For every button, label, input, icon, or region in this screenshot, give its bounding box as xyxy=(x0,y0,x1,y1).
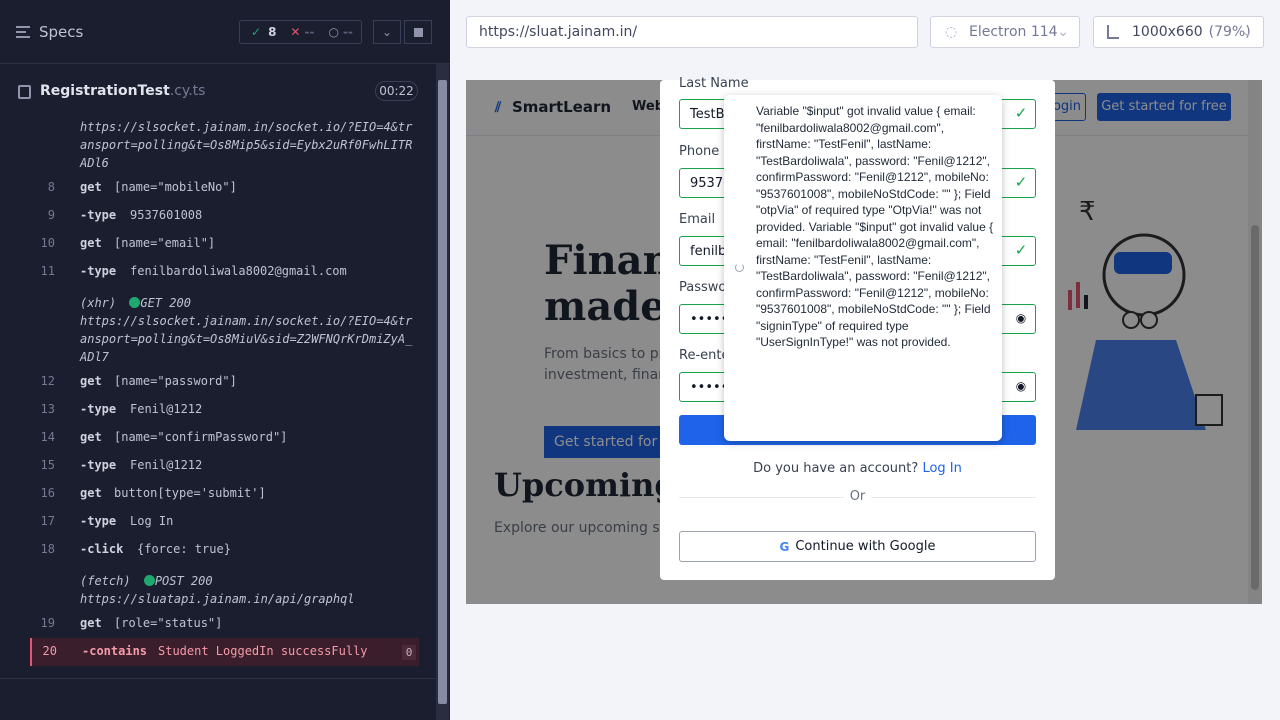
command-row[interactable]: 15 -type Fenil@1212 xyxy=(30,458,419,486)
passed-count: 8 xyxy=(268,25,277,39)
reenter-password-label: Re-ente xyxy=(679,348,730,363)
command-row[interactable]: 14 get [name="confirmPassword"] xyxy=(30,430,419,458)
file-icon xyxy=(18,85,31,99)
command-row[interactable]: 13 -type Fenil@1212 xyxy=(30,402,419,430)
login-link[interactable]: Log In xyxy=(922,461,961,476)
failed-icon: ✕ xyxy=(290,25,301,39)
or-divider: Or xyxy=(679,489,1036,504)
have-account-text: Do you have an account? Log In xyxy=(753,461,962,476)
url-bar[interactable]: https://sluat.jainam.in/ xyxy=(466,16,918,48)
check-icon: ✓ xyxy=(1014,104,1028,122)
check-icon: ✓ xyxy=(1014,241,1028,259)
success-dot-icon xyxy=(143,575,155,586)
error-message: Variable "$input" got invalid value { em… xyxy=(756,104,994,349)
stop-icon xyxy=(413,27,423,37)
reporter-header: Specs ✓ 8 ✕ -- ○ -- ⌄ xyxy=(0,0,450,64)
reporter-scrollbar[interactable] xyxy=(436,64,449,720)
aut-panel: https://sluat.jainam.in/ ◌ Electron 114 … xyxy=(450,0,1280,720)
duration-badge: 00:22 xyxy=(375,81,418,101)
command-row[interactable]: 12 get [name="password"] xyxy=(30,374,419,402)
command-row[interactable]: 8 get [name="mobileNo"] xyxy=(30,180,419,208)
cypress-reporter: Specs ✓ 8 ✕ -- ○ -- ⌄ RegistrationTest.c… xyxy=(0,0,450,720)
xhr-type: (xhr) GET 200 xyxy=(80,296,191,310)
command-row[interactable]: 17 -type Log In xyxy=(30,514,419,542)
chevron-down-icon: ⌄ xyxy=(381,25,393,39)
email-label: Email xyxy=(679,212,716,227)
stop-button[interactable] xyxy=(404,20,432,44)
success-dot-icon xyxy=(129,297,141,308)
check-icon: ✓ xyxy=(1014,173,1028,191)
specs-label: Specs xyxy=(39,22,84,41)
spec-file-name: RegistrationTest.cy.ts xyxy=(40,83,206,99)
google-signin-button[interactable]: G Continue with Google xyxy=(679,531,1036,562)
fetch-url: https://sluatapi.jainam.in/api/graphql xyxy=(80,592,355,606)
ruler-icon xyxy=(1107,25,1119,39)
eye-slash-icon[interactable]: ◉ xyxy=(1013,378,1029,394)
loading-spinner-icon xyxy=(735,263,744,272)
xhr-row[interactable]: (xhr) GET 200 https://slsocket.jainam.in… xyxy=(30,294,419,364)
test-stats: ✓ 8 ✕ -- ○ -- xyxy=(239,20,362,44)
count-badge: 0 xyxy=(402,645,416,660)
last-name-label: Last Name xyxy=(679,76,749,91)
expand-button[interactable]: ⌄ xyxy=(373,20,401,44)
fetch-type: (fetch) POST 200 xyxy=(80,574,213,588)
menu-icon xyxy=(16,25,30,38)
chevron-down-icon: ⌄ xyxy=(1057,24,1069,40)
log-url: https://slsocket.jainam.in/socket.io/?EI… xyxy=(80,120,413,170)
globe-icon: ◌ xyxy=(945,24,958,40)
viewport-info[interactable]: 1000x660 (79%) ⌄ xyxy=(1093,16,1264,48)
passed-icon: ✓ xyxy=(251,25,262,39)
specs-button[interactable]: Specs xyxy=(16,23,83,41)
google-icon: G xyxy=(779,539,790,554)
command-row[interactable]: 10 get [name="email"] xyxy=(30,236,419,264)
failed-count: -- xyxy=(304,25,315,39)
error-toast: Variable "$input" got invalid value { em… xyxy=(724,95,1002,441)
browser-selector[interactable]: ◌ Electron 114 ⌄ xyxy=(930,16,1080,48)
fetch-row[interactable]: (fetch) POST 200 https://sluatapi.jainam… xyxy=(30,572,419,606)
command-row[interactable]: 9 -type 9537601008 xyxy=(30,208,419,236)
command-row[interactable]: 16 get button[type='submit'] xyxy=(30,486,419,514)
failed-command-row[interactable]: 20 -contains Student LoggedIn successFul… xyxy=(30,638,419,666)
command-row[interactable]: 11 -type fenilbardoliwala8002@gmail.com xyxy=(30,264,419,292)
pending-icon: ○ xyxy=(328,25,339,39)
xhr-url: https://slsocket.jainam.in/socket.io/?EI… xyxy=(80,314,413,364)
pending-count: -- xyxy=(342,25,353,39)
command-row[interactable]: 18 -click {force: true} xyxy=(30,542,419,570)
eye-slash-icon[interactable]: ◉ xyxy=(1013,310,1029,326)
chevron-down-icon: ⌄ xyxy=(1241,24,1253,40)
